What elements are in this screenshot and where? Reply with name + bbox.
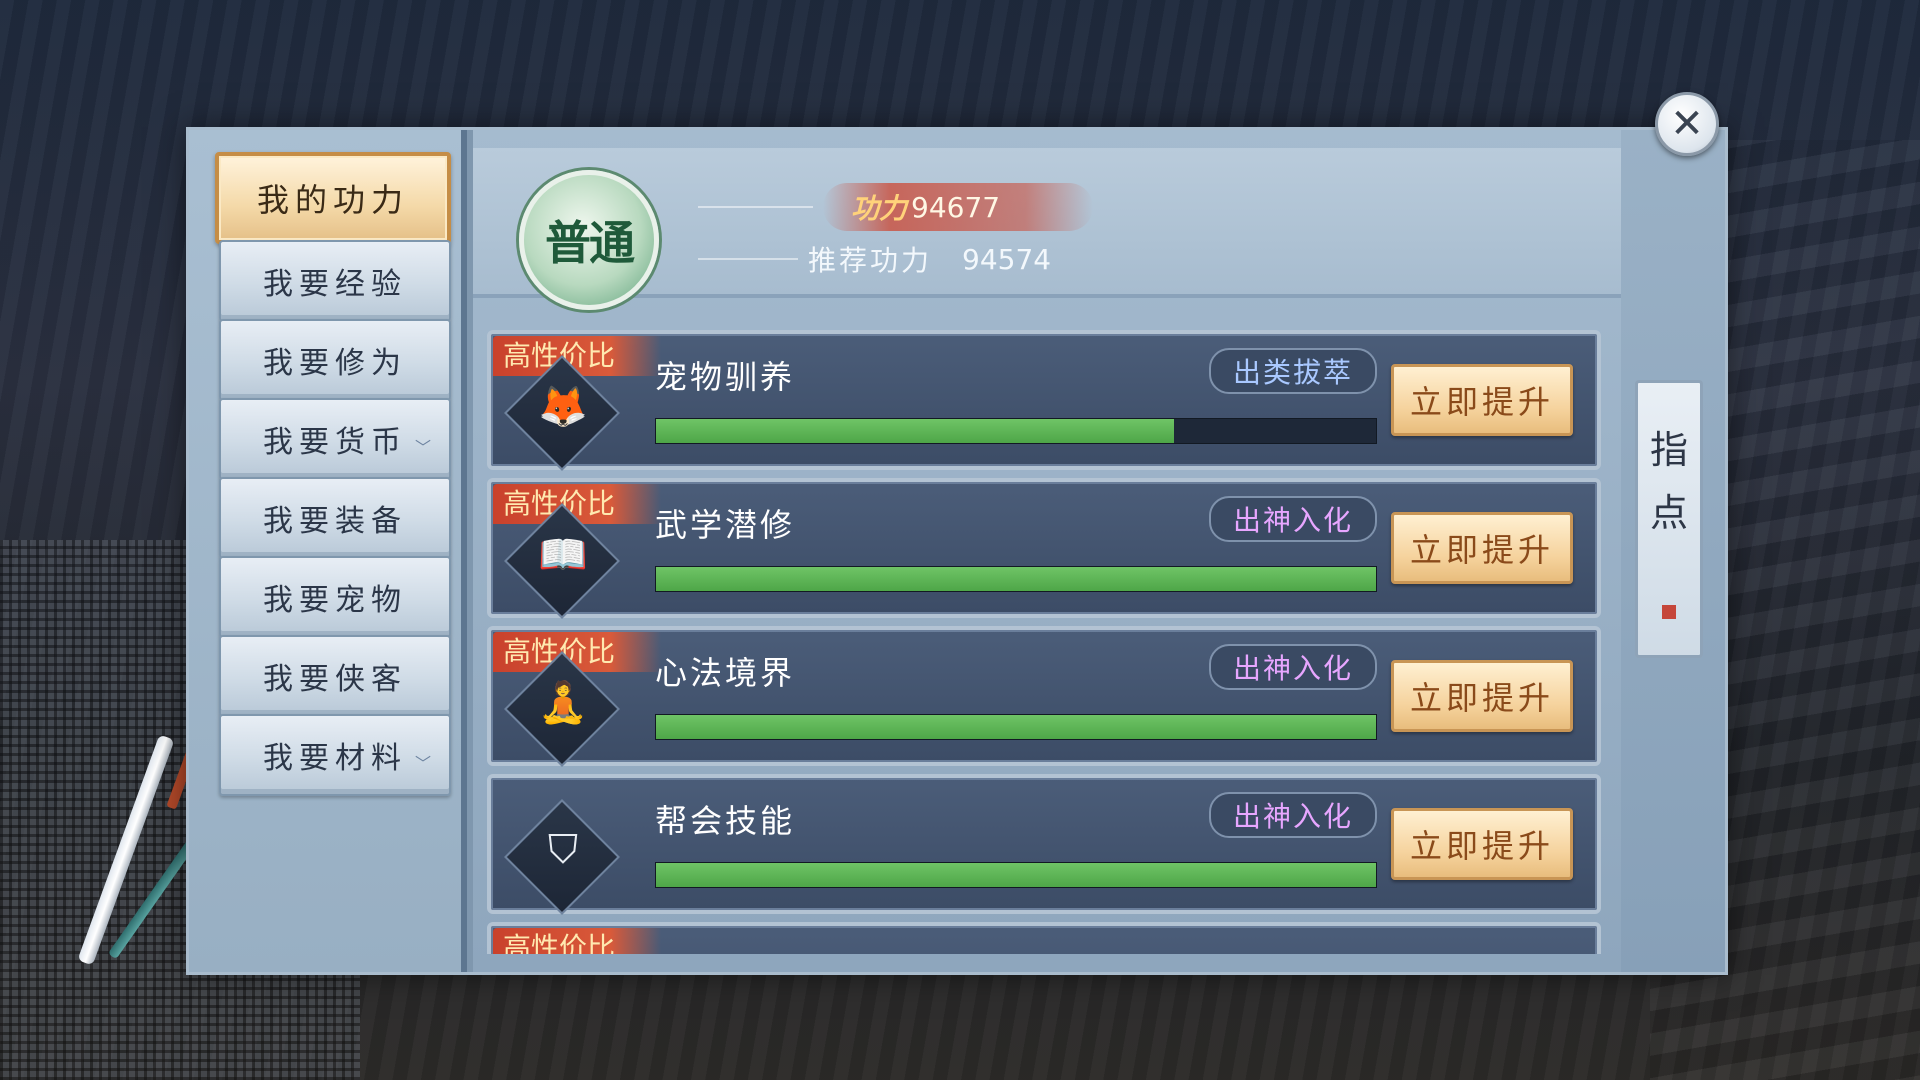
progress-fill (656, 567, 1376, 591)
upgrade-row: ⛉ 帮会技能 出神入化 立即提升 (487, 774, 1601, 915)
meditation-icon: 🧘 (538, 679, 588, 726)
recommended-power-label: 推荐功力 (808, 244, 933, 277)
upgrade-row: 高性价比 📖 武学潜修 出神入化 立即提升 (487, 478, 1601, 619)
upgrade-row: 高性价比 🧘 心法境界 出神入化 立即提升 (487, 626, 1601, 767)
sidebar-item-label: 我要宠物 (263, 583, 407, 618)
progress-fill (656, 715, 1376, 739)
progress-bar (655, 418, 1377, 444)
power-display: 功力 94677 (823, 183, 1093, 231)
progress-fill (656, 419, 1175, 443)
power-value: 94677 (911, 190, 1001, 224)
sidebar-item-label: 我要装备 (263, 504, 407, 539)
value-tag: 高性价比 (493, 928, 661, 954)
banner-icon: ⛉ (548, 827, 578, 873)
sidebar-item-7[interactable]: 我要材料 ﹀ (219, 714, 451, 796)
guide-label-1: 指 (1649, 428, 1688, 472)
row-title: 帮会技能 (655, 802, 796, 840)
close-icon: ✕ (1670, 101, 1704, 147)
power-window: 我的功力我要经验我要修为我要货币 ﹀ 我要装备我要宠物我要侠客我要材料 ﹀ 普通 功力… (186, 127, 1728, 975)
sidebar: 我的功力我要经验我要修为我要货币 ﹀ 我要装备我要宠物我要侠客我要材料 ﹀ (189, 130, 467, 972)
upgrade-now-button[interactable]: 立即提升 (1391, 660, 1573, 732)
sidebar-item-3[interactable]: 我要货币 ﹀ (219, 398, 451, 480)
power-header: 普通 功力 94677 推荐功力 94574 (473, 148, 1621, 310)
chevron-down-icon: ﹀ (414, 438, 437, 457)
content-panel: 普通 功力 94677 推荐功力 94574 高性价比 🦊 宠物驯养 出类拔萃 立即提升… (473, 130, 1621, 972)
progress-bar (655, 862, 1377, 888)
book-icon: 📖 (538, 531, 588, 578)
guide-label-2: 点 (1649, 491, 1688, 535)
row-title: 武学潜修 (655, 506, 796, 544)
upgrade-now-button[interactable]: 立即提升 (1391, 512, 1573, 584)
upgrade-list[interactable]: 高性价比 🦊 宠物驯养 出类拔萃 立即提升 高性价比 📖 武学潜修 出神入化 立即提升 高性价比 🧘 心… (487, 330, 1601, 954)
guide-button[interactable]: 指 点 (1635, 380, 1703, 658)
recommended-power: 推荐功力 94574 (808, 236, 1051, 282)
progress-bar (655, 566, 1377, 592)
chevron-down-icon: ﹀ (414, 754, 437, 773)
grade-badge: 出类拔萃 (1209, 348, 1377, 394)
sidebar-item-1[interactable]: 我要经验 (219, 240, 451, 322)
row-title: 心法境界 (655, 654, 796, 692)
row-title: 宠物驯养 (655, 358, 796, 396)
sidebar-item-4[interactable]: 我要装备 (219, 477, 451, 559)
sidebar-item-label: 我要侠客 (263, 662, 407, 697)
rank-badge: 普通 (519, 170, 659, 310)
recommended-power-value: 94574 (962, 242, 1052, 276)
upgrade-now-button[interactable]: 立即提升 (1391, 364, 1573, 436)
close-button[interactable]: ✕ (1655, 92, 1719, 156)
upgrade-row: 高性价比 🦊 宠物驯养 出类拔萃 立即提升 (487, 330, 1601, 471)
sidebar-item-2[interactable]: 我要修为 (219, 319, 451, 401)
sidebar-item-label: 我要材料 (263, 741, 407, 776)
sidebar-item-label: 我要经验 (263, 267, 407, 302)
header-divider (698, 206, 813, 208)
seal-icon (1662, 605, 1676, 619)
sidebar-item-6[interactable]: 我要侠客 (219, 635, 451, 717)
power-label: 功力 (851, 192, 908, 225)
grade-badge: 出神入化 (1209, 792, 1377, 838)
sidebar-item-label: 我要修为 (263, 346, 407, 381)
progress-fill (656, 863, 1376, 887)
sidebar-item-label: 我要货币 (263, 425, 407, 460)
sidebar-item-label: 我的功力 (256, 181, 409, 219)
grade-badge: 出神入化 (1209, 644, 1377, 690)
sidebar-item-5[interactable]: 我要宠物 (219, 556, 451, 638)
grade-badge: 出神入化 (1209, 496, 1377, 542)
header-divider (698, 258, 798, 260)
right-strip: 指 点 (1621, 130, 1725, 972)
fox-icon: 🦊 (538, 383, 588, 430)
upgrade-now-button[interactable]: 立即提升 (1391, 808, 1573, 880)
sidebar-item-0[interactable]: 我的功力 (215, 152, 451, 244)
progress-bar (655, 714, 1377, 740)
upgrade-row: 高性价比 (487, 922, 1601, 954)
